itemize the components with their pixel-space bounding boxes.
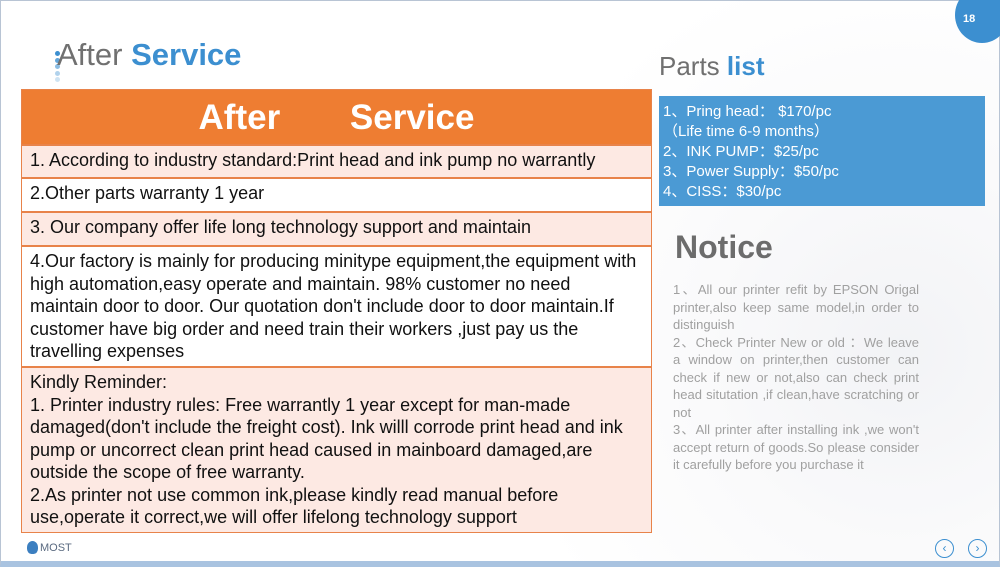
table-header: After Service — [22, 90, 651, 144]
title-part2: Service — [131, 37, 242, 72]
parts-item: 1、Pring head： $170/pc — [663, 103, 832, 120]
parts-item: 4、CISS：$30/pc — [663, 183, 782, 200]
prev-slide-button[interactable]: ‹ — [935, 539, 954, 558]
notice-item: 3、All printer after installing ink ,we w… — [673, 422, 919, 472]
parts-title-2: list — [726, 51, 765, 81]
parts-item: （Life time 6-9 months） — [663, 123, 829, 140]
next-slide-button[interactable]: › — [968, 539, 987, 558]
table-row: 3. Our company offer life long technolog… — [22, 211, 651, 245]
logo: MOST — [27, 541, 72, 554]
notice-item: 2、Check Printer New or old ：We leave a w… — [673, 334, 919, 420]
slide: 18 After Service After Service 1. Accord… — [0, 0, 1000, 567]
table-row: 2.Other parts warranty 1 year — [22, 177, 651, 211]
table-row: 4.Our factory is mainly for producing mi… — [22, 245, 651, 366]
table-row: 1. According to industry standard:Print … — [22, 144, 651, 177]
page-number: 18 — [955, 0, 1000, 43]
notice-item: 1、All our printer refit by EPSON Origal … — [673, 282, 919, 332]
reminder-row: Kindly Reminder: 1. Printer industry rul… — [22, 366, 651, 532]
reminder-item: 1. Printer industry rules: Free warrantl… — [30, 394, 623, 483]
parts-item: 3、Power Supply：$50/pc — [663, 163, 839, 180]
chevron-left-icon: ‹ — [942, 541, 947, 555]
logo-text: MOST — [40, 541, 72, 554]
notice-text: 1、All our printer refit by EPSON Origal … — [673, 281, 919, 474]
notice-title: Notice — [675, 229, 773, 265]
parts-item: 2、INK PUMP：$25/pc — [663, 143, 819, 160]
reminder-title: Kindly Reminder: — [30, 372, 168, 392]
parts-title-1: Parts — [659, 51, 720, 81]
person-icon — [27, 541, 38, 554]
service-table: After Service 1. According to industry s… — [21, 89, 652, 533]
parts-title: Parts list — [659, 51, 765, 82]
page-title: After Service — [57, 37, 241, 73]
reminder-item: 2.As printer not use common ink,please k… — [30, 484, 559, 528]
title-part1: After — [57, 37, 123, 72]
parts-list: 1、Pring head： $170/pc （Life time 6-9 mon… — [659, 96, 985, 206]
chevron-right-icon: › — [975, 541, 980, 555]
